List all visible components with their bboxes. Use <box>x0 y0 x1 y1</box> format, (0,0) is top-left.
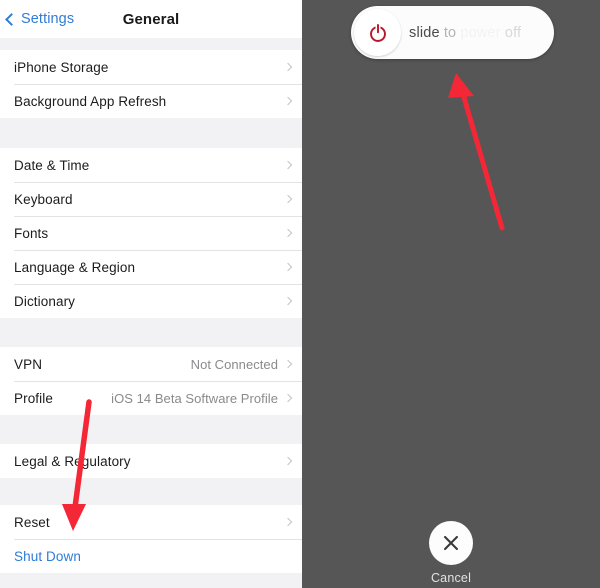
row-value: Not Connected <box>190 356 278 372</box>
chevron-right-icon <box>283 517 293 527</box>
settings-row-legal-regulatory[interactable]: Legal & Regulatory <box>0 444 302 478</box>
row-label: Profile <box>14 390 53 406</box>
chevron-right-icon <box>283 393 293 403</box>
chevron-right-icon <box>283 62 293 72</box>
slide-word-1: slide <box>409 24 440 41</box>
section-gap <box>0 38 302 50</box>
section-gap <box>0 478 302 505</box>
slide-to-power-off-label: slide to power off <box>409 6 544 59</box>
settings-row-dictionary[interactable]: Dictionary <box>0 284 302 318</box>
screenshot-root: Settings General iPhone Storage Backgrou… <box>0 0 600 588</box>
chevron-right-icon <box>283 228 293 238</box>
chevron-right-icon <box>283 456 293 466</box>
settings-group-localization: Date & Time Keyboard Fonts Language & Re… <box>0 148 302 318</box>
settings-row-profile[interactable]: Profile iOS 14 Beta Software Profile <box>0 381 302 415</box>
section-gap <box>0 118 302 148</box>
power-off-overlay: slide to power off Cancel <box>302 0 600 588</box>
row-label: Reset <box>14 514 50 530</box>
row-label: Legal & Regulatory <box>14 453 131 469</box>
slide-to-power-off-slider[interactable]: slide to power off <box>351 6 554 59</box>
row-label: Fonts <box>14 225 49 241</box>
chevron-right-icon <box>283 262 293 272</box>
slider-knob[interactable] <box>354 9 401 56</box>
slide-word-2: to <box>443 24 457 41</box>
row-label: Background App Refresh <box>14 93 167 109</box>
row-label: iPhone Storage <box>14 59 109 75</box>
settings-row-language-region[interactable]: Language & Region <box>0 250 302 284</box>
row-value: iOS 14 Beta Software Profile <box>111 390 278 406</box>
settings-row-background-app-refresh[interactable]: Background App Refresh <box>0 84 302 118</box>
settings-group-storage: iPhone Storage Background App Refresh <box>0 50 302 118</box>
chevron-right-icon <box>283 194 293 204</box>
row-label: Keyboard <box>14 191 73 207</box>
chevron-right-icon <box>283 96 293 106</box>
cancel-button[interactable] <box>429 521 473 565</box>
navigation-bar: Settings General <box>0 0 302 38</box>
back-button[interactable]: Settings <box>5 11 75 27</box>
settings-row-date-time[interactable]: Date & Time <box>0 148 302 182</box>
cancel-control: Cancel <box>302 521 600 585</box>
chevron-right-icon <box>283 359 293 369</box>
chevron-left-icon <box>5 12 18 26</box>
chevron-right-icon <box>283 296 293 306</box>
settings-group-reset: Reset Shut Down <box>0 505 302 573</box>
slide-word-3: power <box>460 24 501 41</box>
section-gap <box>0 573 302 588</box>
settings-row-reset[interactable]: Reset <box>0 505 302 539</box>
settings-row-fonts[interactable]: Fonts <box>0 216 302 250</box>
section-gap <box>0 318 302 347</box>
slide-word-4: off <box>504 24 522 41</box>
cancel-label: Cancel <box>430 571 472 585</box>
settings-row-shut-down[interactable]: Shut Down <box>0 539 302 573</box>
settings-row-keyboard[interactable]: Keyboard <box>0 182 302 216</box>
section-gap <box>0 415 302 444</box>
back-button-label: Settings <box>21 11 75 27</box>
row-label: Language & Region <box>14 259 136 275</box>
red-arrow-up-annotation <box>448 73 505 231</box>
settings-general-screen: Settings General iPhone Storage Backgrou… <box>0 0 302 588</box>
close-x-icon <box>443 535 459 551</box>
settings-row-iphone-storage[interactable]: iPhone Storage <box>0 50 302 84</box>
power-icon <box>369 22 386 42</box>
settings-group-legal: Legal & Regulatory <box>0 444 302 478</box>
row-label: Shut Down <box>14 548 81 564</box>
chevron-right-icon <box>283 160 293 170</box>
row-label: Date & Time <box>14 157 90 173</box>
settings-row-vpn[interactable]: VPN Not Connected <box>0 347 302 381</box>
row-label: Dictionary <box>14 293 76 309</box>
row-label: VPN <box>14 356 43 372</box>
settings-group-network: VPN Not Connected Profile iOS 14 Beta So… <box>0 347 302 415</box>
